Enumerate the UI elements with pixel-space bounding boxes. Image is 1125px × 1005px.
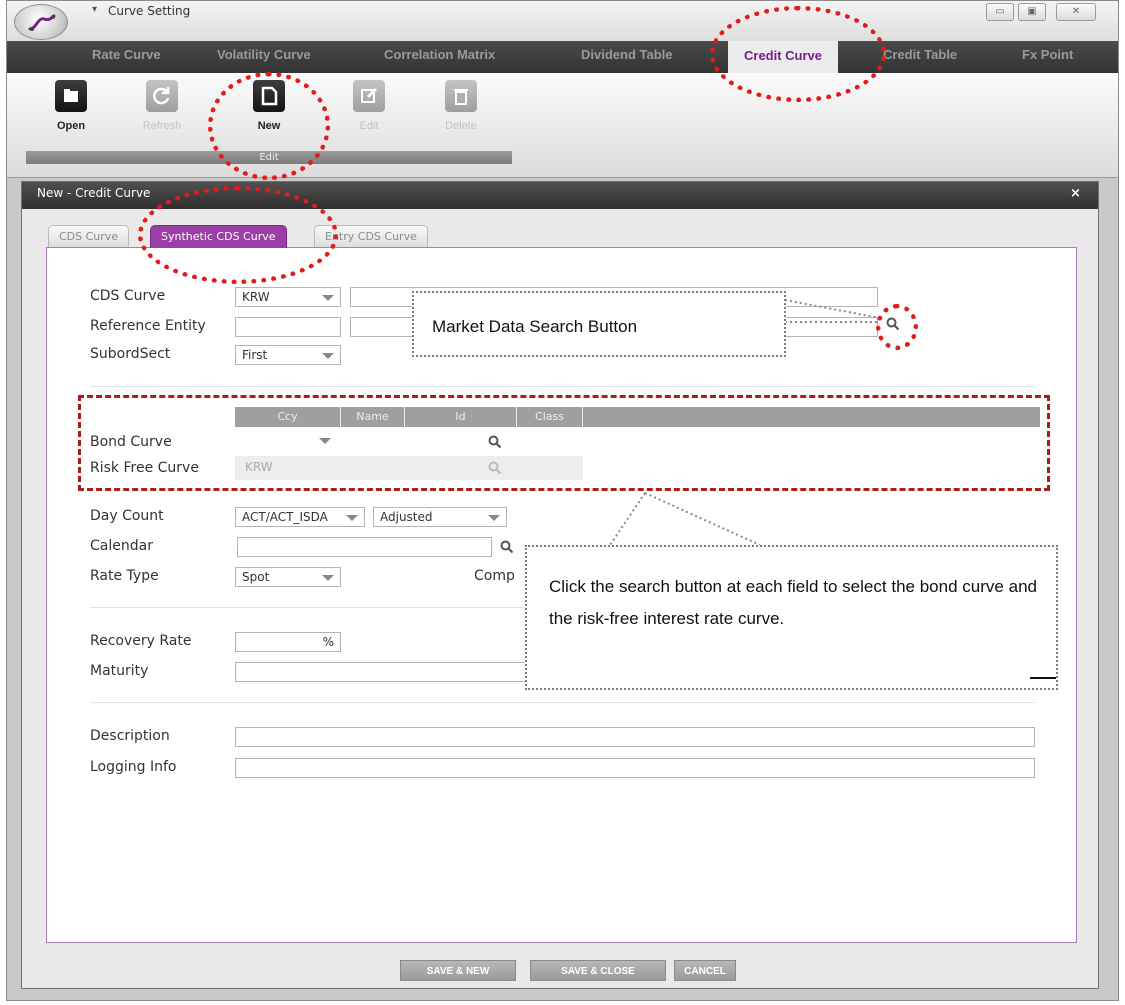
credit-curve-highlight xyxy=(710,6,886,102)
market-data-search-callout: Market Data Search Button xyxy=(412,291,786,357)
tab-synthetic-cds-curve[interactable]: Synthetic CDS Curve xyxy=(150,225,287,248)
search-button-highlight xyxy=(876,304,918,350)
search-instruction-callout-text: Click the search button at each field to… xyxy=(549,577,1037,628)
new-button-highlight xyxy=(208,72,330,180)
callout-connectors xyxy=(609,299,881,546)
market-data-search-callout-text: Market Data Search Button xyxy=(432,317,638,336)
callout-corner-mark xyxy=(1030,677,1056,679)
search-instruction-callout: Click the search button at each field to… xyxy=(525,545,1058,690)
